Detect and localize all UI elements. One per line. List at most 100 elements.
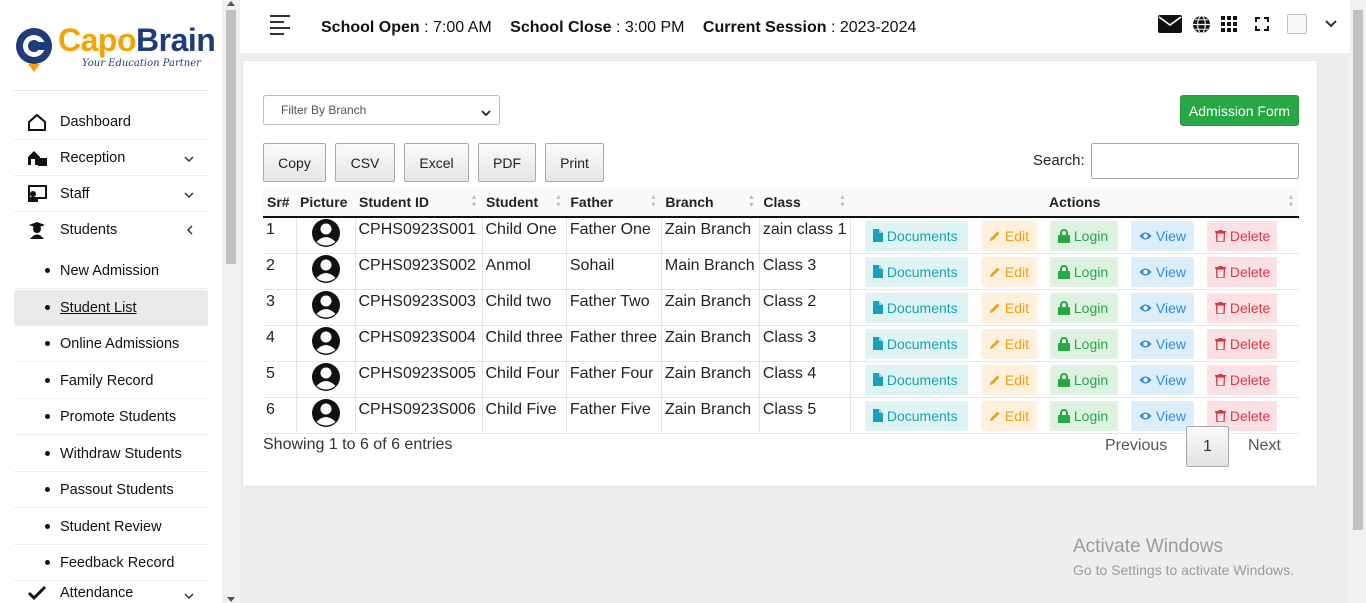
trash-icon bbox=[1214, 409, 1230, 422]
sidebar-subitem-withdraw-students[interactable]: Withdraw Students bbox=[14, 436, 208, 472]
csv-button[interactable]: CSV bbox=[335, 143, 395, 182]
action-label: Documents bbox=[886, 371, 958, 388]
chevron-down-icon[interactable] bbox=[1325, 20, 1337, 28]
view-button[interactable]: View bbox=[1130, 364, 1194, 395]
avatar[interactable] bbox=[1287, 14, 1307, 34]
trash-icon bbox=[1214, 337, 1230, 350]
sidebar-item-staff[interactable]: Staff bbox=[14, 176, 208, 212]
login-button[interactable]: Login bbox=[1049, 364, 1118, 395]
sidebar-subitem-promote-students[interactable]: Promote Students bbox=[14, 399, 208, 435]
sidebar-subitem-student-review[interactable]: Student Review bbox=[14, 509, 208, 545]
cell-class: zain class 1 bbox=[759, 217, 851, 254]
cell-student: Child One bbox=[482, 217, 567, 254]
action-label: View bbox=[1155, 227, 1186, 244]
student-avatar-icon bbox=[296, 397, 356, 434]
branch-filter-select[interactable]: Filter By Branch bbox=[263, 95, 500, 125]
column-header-class[interactable]: Class bbox=[759, 187, 851, 218]
admission-form-button[interactable]: Admission Form bbox=[1180, 95, 1299, 126]
sidebar-subitem-student-list[interactable]: Student List bbox=[14, 290, 208, 326]
edit-button[interactable]: Edit bbox=[980, 256, 1037, 287]
documents-button[interactable]: Documents bbox=[864, 292, 968, 323]
sidebar-subitem-feedback-record[interactable]: Feedback Record bbox=[14, 545, 208, 581]
sidebar-subitem-passout-students[interactable]: Passout Students bbox=[14, 472, 208, 508]
delete-button[interactable]: Delete bbox=[1206, 256, 1277, 287]
scroll-up-icon[interactable] bbox=[227, 1, 235, 6]
sidebar-scrollbar[interactable] bbox=[223, 0, 239, 603]
pencil-icon bbox=[989, 338, 1005, 350]
login-button[interactable]: Login bbox=[1049, 328, 1118, 359]
grid-icon[interactable] bbox=[1221, 16, 1237, 32]
column-header-student[interactable]: Student bbox=[482, 187, 567, 218]
column-header-sr[interactable]: Sr# bbox=[263, 187, 296, 218]
excel-button[interactable]: Excel bbox=[404, 143, 469, 182]
action-label: View bbox=[1155, 371, 1186, 388]
cell-branch: Zain Branch bbox=[661, 361, 760, 398]
cell-father: Father three bbox=[566, 325, 662, 362]
envelope-icon[interactable] bbox=[1158, 15, 1182, 33]
copy-button[interactable]: Copy bbox=[263, 143, 326, 182]
login-button[interactable]: Login bbox=[1049, 256, 1118, 287]
sidebar-subitem-online-admissions[interactable]: Online Admissions bbox=[14, 326, 208, 362]
action-label: Login bbox=[1073, 407, 1109, 424]
sidebar-item-attendance[interactable]: Attendance bbox=[14, 578, 208, 603]
edit-button[interactable]: Edit bbox=[980, 400, 1037, 431]
action-label: Documents bbox=[886, 335, 958, 352]
login-button[interactable]: Login bbox=[1049, 400, 1118, 431]
pagination-page[interactable]: 1 bbox=[1186, 426, 1229, 467]
sidebar-subitem-new-admission[interactable]: New Admission bbox=[14, 253, 208, 289]
action-label: Documents bbox=[886, 407, 958, 424]
page-scrollbar[interactable] bbox=[1350, 0, 1366, 603]
pagination-previous[interactable]: Previous bbox=[1105, 437, 1167, 455]
sidebar-item-dashboard[interactable]: Dashboard bbox=[14, 104, 208, 140]
delete-button[interactable]: Delete bbox=[1206, 220, 1277, 251]
view-button[interactable]: View bbox=[1130, 220, 1194, 251]
edit-button[interactable]: Edit bbox=[980, 328, 1037, 359]
brand-logo[interactable]: CapoBrain Your Education Partner bbox=[14, 20, 216, 80]
scrollbar-thumb[interactable] bbox=[226, 10, 236, 264]
cell-student-id: CPHS0923S001 bbox=[355, 217, 483, 254]
view-button[interactable]: View bbox=[1130, 400, 1194, 431]
lock-icon bbox=[1057, 408, 1074, 423]
documents-button[interactable]: Documents bbox=[864, 364, 968, 395]
cell-father: Sohail bbox=[566, 253, 662, 290]
table-row: 5 CPHS0923S005 Child Four Father Four Zain B… bbox=[263, 361, 1299, 398]
sidebar-item-label: Staff bbox=[60, 185, 90, 202]
sidebar-item-students[interactable]: Students bbox=[14, 212, 208, 248]
session-value: 2023-2024 bbox=[839, 19, 917, 36]
staff-icon bbox=[14, 184, 60, 203]
column-header-branch[interactable]: Branch bbox=[661, 187, 760, 218]
column-header-student-id[interactable]: Student ID bbox=[355, 187, 482, 218]
menu-toggle-icon[interactable] bbox=[270, 15, 290, 39]
file-icon bbox=[872, 373, 887, 386]
documents-button[interactable]: Documents bbox=[864, 400, 968, 431]
scrollbar-thumb[interactable] bbox=[1353, 10, 1363, 530]
cell-sr: 1 bbox=[263, 217, 297, 254]
column-header-father[interactable]: Father bbox=[566, 187, 662, 218]
edit-button[interactable]: Edit bbox=[980, 364, 1037, 395]
search-input[interactable] bbox=[1091, 143, 1299, 179]
pdf-button[interactable]: PDF bbox=[478, 143, 536, 182]
view-button[interactable]: View bbox=[1130, 256, 1194, 287]
login-button[interactable]: Login bbox=[1049, 292, 1118, 323]
pagination-next[interactable]: Next bbox=[1248, 437, 1281, 455]
documents-button[interactable]: Documents bbox=[864, 256, 968, 287]
globe-icon[interactable] bbox=[1192, 14, 1211, 34]
edit-button[interactable]: Edit bbox=[980, 220, 1037, 251]
delete-button[interactable]: Delete bbox=[1206, 292, 1277, 323]
view-button[interactable]: View bbox=[1130, 328, 1194, 359]
login-button[interactable]: Login bbox=[1049, 220, 1118, 251]
view-button[interactable]: View bbox=[1130, 292, 1194, 323]
delete-button[interactable]: Delete bbox=[1206, 364, 1277, 395]
print-button[interactable]: Print bbox=[545, 143, 604, 182]
column-header-picture[interactable]: Picture bbox=[296, 187, 355, 218]
documents-button[interactable]: Documents bbox=[864, 220, 968, 251]
scroll-down-icon[interactable] bbox=[227, 597, 235, 602]
delete-button[interactable]: Delete bbox=[1206, 328, 1277, 359]
column-header-actions[interactable]: Actions bbox=[850, 187, 1299, 218]
fullscreen-icon[interactable] bbox=[1255, 17, 1269, 31]
sidebar-subitem-family-record[interactable]: Family Record bbox=[14, 363, 208, 399]
student-avatar-icon bbox=[296, 361, 356, 398]
sidebar-item-reception[interactable]: Reception bbox=[14, 140, 208, 176]
edit-button[interactable]: Edit bbox=[980, 292, 1037, 323]
documents-button[interactable]: Documents bbox=[864, 328, 968, 359]
